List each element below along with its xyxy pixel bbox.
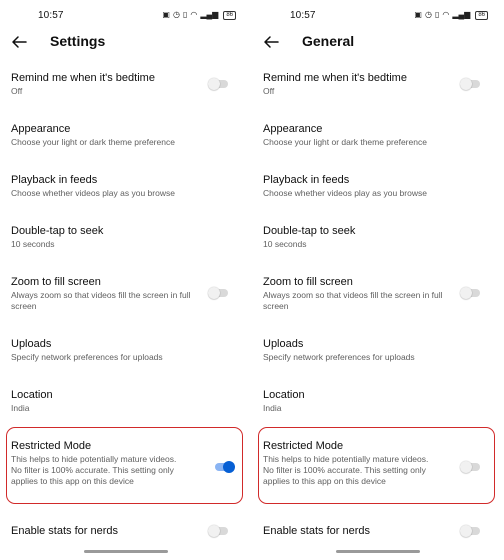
setting-title: Remind me when it's bedtime (263, 72, 407, 84)
zoom-toggle[interactable] (460, 287, 482, 299)
wifi-icon: ◠ (190, 10, 198, 19)
setting-bedtime-reminder[interactable]: Remind me when it's bedtime Off (0, 71, 252, 107)
setting-title: Enable stats for nerds (11, 525, 119, 537)
vibrate-icon: ▯ (182, 10, 188, 19)
setting-appearance[interactable]: Appearance Choose your light or dark the… (0, 122, 252, 158)
vibrate-icon: ▯ (434, 10, 440, 19)
bedtime-toggle[interactable] (460, 78, 482, 90)
setting-title: Restricted Mode (263, 440, 344, 452)
back-arrow-icon[interactable] (10, 33, 28, 51)
setting-title: Remind me when it's bedtime (11, 72, 155, 84)
setting-title: Playback in feeds (11, 174, 98, 186)
setting-appearance[interactable]: Appearance Choose your light or dark the… (252, 122, 504, 158)
signal-icon: ▂▄▆ (452, 10, 471, 19)
setting-subtitle: Off (11, 86, 23, 96)
setting-zoom-to-fill[interactable]: Zoom to fill screen Always zoom so that … (0, 275, 252, 319)
setting-location[interactable]: Location India (0, 388, 252, 424)
setting-restricted-mode[interactable]: Restricted Mode This helps to hide poten… (0, 439, 252, 499)
setting-double-tap-to-seek[interactable]: Double-tap to seek 10 seconds (252, 224, 504, 260)
app-bar: General (252, 28, 504, 58)
setting-stats-for-nerds[interactable]: Enable stats for nerds (252, 524, 504, 540)
battery-icon: 86 (475, 10, 488, 20)
setting-title: Appearance (11, 123, 71, 135)
back-arrow-icon[interactable] (262, 33, 280, 51)
setting-title: Location (263, 389, 305, 401)
setting-title: Uploads (263, 338, 304, 350)
setting-title: Uploads (11, 338, 52, 350)
status-icons: ▣ ◷ ▯ ◠ ▂▄▆ 86 (162, 10, 236, 20)
setting-subtitle: Choose whether videos play as you browse (11, 188, 175, 198)
status-time: 10:57 (290, 10, 316, 21)
status-time: 10:57 (38, 10, 64, 21)
setting-title: Double-tap to seek (11, 225, 104, 237)
page-title: Settings (50, 33, 106, 49)
setting-bedtime-reminder[interactable]: Remind me when it's bedtime Off (252, 71, 504, 107)
signal-icon: ▂▄▆ (200, 10, 219, 19)
setting-title: Location (11, 389, 53, 401)
setting-subtitle: Off (263, 86, 275, 96)
setting-subtitle: 10 seconds (11, 239, 55, 249)
setting-title: Zoom to fill screen (263, 276, 353, 288)
setting-restricted-mode[interactable]: Restricted Mode This helps to hide poten… (252, 439, 504, 499)
wifi-icon: ◠ (442, 10, 450, 19)
gesture-bar (84, 550, 168, 553)
settings-screen: 10:57 ▣ ◷ ▯ ◠ ▂▄▆ 86 Settings Remind me … (0, 0, 252, 560)
setting-subtitle: This helps to hide potentially mature vi… (263, 454, 429, 486)
setting-stats-for-nerds[interactable]: Enable stats for nerds (0, 524, 252, 540)
setting-zoom-to-fill[interactable]: Zoom to fill screen Always zoom so that … (252, 275, 504, 319)
bedtime-toggle[interactable] (208, 78, 230, 90)
setting-title: Enable stats for nerds (263, 525, 371, 537)
alarm-icon: ◷ (424, 10, 432, 19)
zoom-toggle[interactable] (208, 287, 230, 299)
setting-title: Playback in feeds (263, 174, 350, 186)
setting-title: Double-tap to seek (263, 225, 356, 237)
battery-icon: 86 (223, 10, 236, 20)
setting-uploads[interactable]: Uploads Specify network preferences for … (0, 337, 252, 373)
gesture-bar (336, 550, 420, 553)
setting-subtitle: Choose your light or dark theme preferen… (263, 137, 427, 147)
setting-subtitle: India (263, 403, 282, 413)
setting-uploads[interactable]: Uploads Specify network preferences for … (252, 337, 504, 373)
setting-title: Restricted Mode (11, 440, 92, 452)
setting-subtitle: Choose your light or dark theme preferen… (11, 137, 175, 147)
setting-playback-in-feeds[interactable]: Playback in feeds Choose whether videos … (0, 173, 252, 209)
restricted-mode-toggle[interactable] (460, 461, 482, 473)
setting-location[interactable]: Location India (252, 388, 504, 424)
restricted-mode-toggle[interactable] (213, 461, 235, 473)
nfc-icon: ▣ (414, 10, 422, 19)
nfc-icon: ▣ (162, 10, 170, 19)
app-bar: Settings (0, 28, 252, 58)
alarm-icon: ◷ (172, 10, 180, 19)
setting-title: Zoom to fill screen (11, 276, 101, 288)
setting-playback-in-feeds[interactable]: Playback in feeds Choose whether videos … (252, 173, 504, 209)
status-icons: ▣ ◷ ▯ ◠ ▂▄▆ 86 (414, 10, 488, 20)
setting-title: Appearance (263, 123, 323, 135)
setting-subtitle: This helps to hide potentially mature vi… (11, 454, 177, 486)
setting-subtitle: Specify network preferences for uploads (263, 352, 415, 362)
stats-for-nerds-toggle[interactable] (460, 525, 482, 537)
general-screen: 10:57 ▣ ◷ ▯ ◠ ▂▄▆ 86 General Remind me w… (252, 0, 504, 560)
setting-subtitle: 10 seconds (263, 239, 307, 249)
setting-subtitle: India (11, 403, 30, 413)
stats-for-nerds-toggle[interactable] (208, 525, 230, 537)
setting-subtitle: Always zoom so that videos fill the scre… (11, 290, 191, 311)
setting-subtitle: Choose whether videos play as you browse (263, 188, 427, 198)
setting-subtitle: Specify network preferences for uploads (11, 352, 163, 362)
setting-subtitle: Always zoom so that videos fill the scre… (263, 290, 443, 311)
setting-double-tap-to-seek[interactable]: Double-tap to seek 10 seconds (0, 224, 252, 260)
page-title: General (302, 33, 355, 49)
